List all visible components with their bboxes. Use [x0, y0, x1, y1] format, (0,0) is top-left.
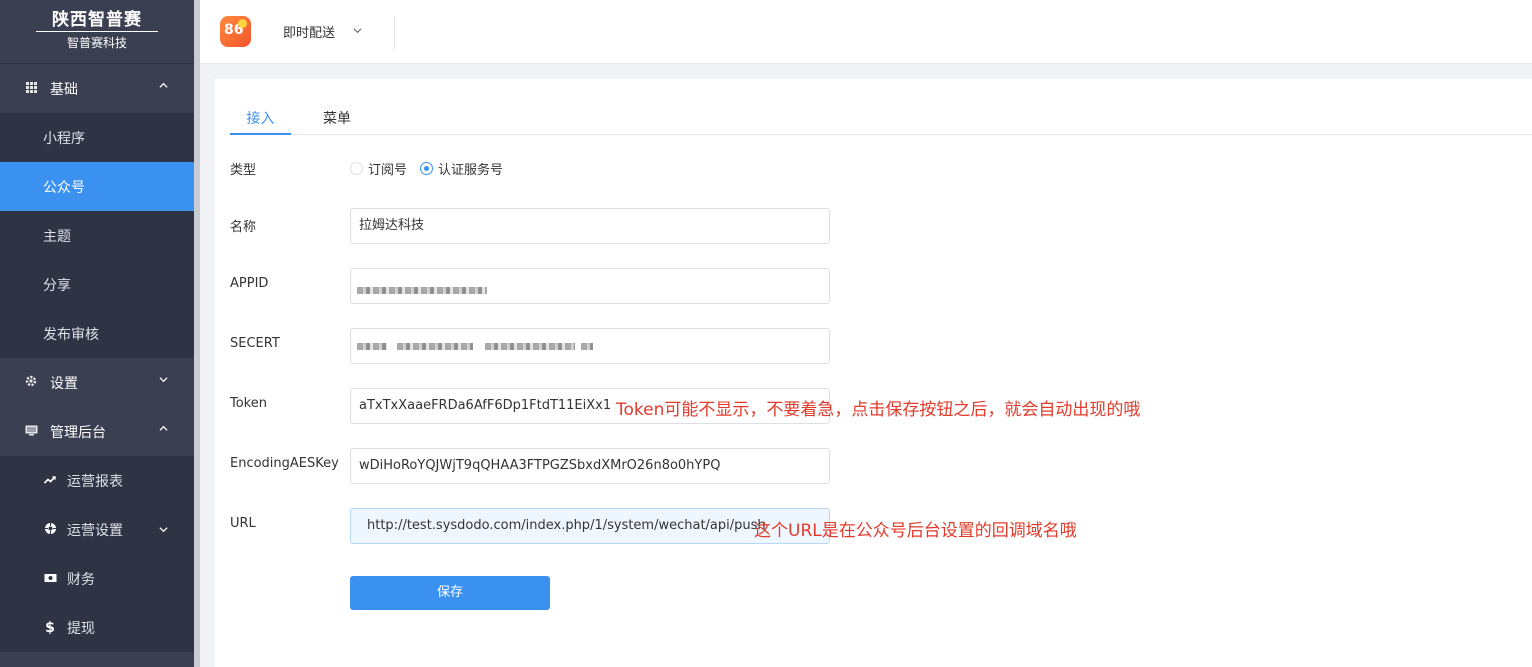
logo-dot [238, 19, 247, 28]
chevron-down-icon[interactable] [353, 26, 362, 35]
sidebar-item-theme[interactable]: 主题 [0, 211, 194, 260]
token-label: Token [230, 396, 267, 411]
url-label: URL [230, 516, 256, 531]
token-hint-note: Token可能不显示，不要着急，点击保存按钮之后，就会自动出现的哦 [616, 400, 1141, 420]
sidebar-item-withdraw[interactable]: $ 提现 [0, 603, 194, 652]
cog-wheel-icon [43, 522, 57, 538]
sidebar-item-publish-review[interactable]: 发布审核 [0, 309, 194, 358]
topbar: 86 即时配送 [200, 0, 1532, 64]
nav-group-label: 基础 [50, 81, 78, 98]
chevron-down-icon [159, 377, 168, 383]
tab-bar: 接入 菜单 [230, 101, 1532, 135]
trend-icon [43, 474, 57, 488]
sidebar-item-miniprogram[interactable]: 小程序 [0, 113, 194, 162]
app-switcher-label[interactable]: 即时配送 [283, 22, 335, 41]
brand-title: 陕西智普赛 [36, 10, 158, 32]
secret-label: SECERT [230, 336, 280, 351]
aeskey-label: EncodingAESKey [230, 456, 339, 471]
app-logo[interactable]: 86 [220, 16, 251, 47]
appid-label: APPID [230, 276, 269, 291]
dollar-icon: $ [45, 619, 55, 636]
chevron-up-icon [159, 425, 168, 431]
save-button[interactable]: 保存 [350, 576, 550, 610]
appid-input[interactable] [350, 268, 830, 304]
type-radio-group: 订阅号 认证服务号 [350, 159, 516, 178]
secret-input[interactable] [350, 328, 830, 364]
radio-label: 订阅号 [368, 163, 408, 178]
aeskey-input[interactable]: wDiHoRoYQJWjT9qQHAA3FTPGZSbxdXMrO26n8o0h… [350, 448, 830, 484]
sidebar-item-share[interactable]: 分享 [0, 260, 194, 309]
blurred-value [397, 343, 473, 350]
name-input[interactable]: 拉姆达科技 [350, 208, 830, 244]
chevron-up-icon [159, 82, 168, 88]
divider [394, 16, 395, 50]
blurred-value [485, 343, 575, 350]
name-label: 名称 [230, 220, 257, 235]
money-icon [43, 572, 57, 586]
blurred-value [581, 343, 593, 350]
grid-icon [24, 81, 38, 96]
sidebar-item-label: 运营报表 [67, 473, 123, 490]
main-card: 接入 菜单 类型 订阅号 认证服务号 名称 拉姆达科技 APPID SECERT… [215, 79, 1532, 667]
radio-circle [420, 162, 434, 175]
blurred-value [357, 287, 487, 294]
sidebar-item-official-account[interactable]: 公众号 [0, 162, 194, 211]
sidebar-item-label: 财务 [67, 571, 95, 588]
brand-subtitle: 智普赛科技 [66, 36, 127, 50]
chevron-down-icon [159, 527, 168, 533]
nav-group-label: 设置 [50, 375, 78, 392]
tab-menu[interactable]: 菜单 [322, 108, 352, 135]
radio-circle [350, 162, 363, 175]
brand: 陕西智普赛 智普赛科技 [0, 0, 194, 64]
sidebar-scroll-edge [194, 0, 200, 667]
radio-subscription[interactable]: 订阅号 [350, 159, 407, 178]
nav-group-admin[interactable]: 管理后台 [0, 407, 194, 456]
radio-label: 认证服务号 [438, 163, 504, 178]
sidebar-item-ops-report[interactable]: 运营报表 [0, 456, 194, 505]
nav-group-label: 管理后台 [50, 424, 106, 441]
nav-group-basic[interactable]: 基础 [0, 64, 194, 113]
tab-access[interactable]: 接入 [230, 108, 291, 135]
sidebar: 陕西智普赛 智普赛科技 基础 小程序 公众号 主题 分享 发布审核 设置 管理后… [0, 0, 194, 667]
monitor-icon [24, 425, 38, 439]
sidebar-item-label: 提现 [67, 620, 95, 637]
sidebar-item-finance[interactable]: 财务 [0, 554, 194, 603]
blurred-value [357, 343, 387, 350]
url-hint-note: 这个URL是在公众号后台设置的回调域名哦 [754, 521, 1077, 541]
radio-service-account[interactable]: 认证服务号 [420, 159, 503, 178]
sidebar-item-ops-settings[interactable]: 运营设置 [0, 505, 194, 554]
gear-icon [24, 375, 38, 390]
sidebar-item-label: 运营设置 [67, 522, 123, 539]
type-label: 类型 [230, 163, 257, 178]
nav-group-settings[interactable]: 设置 [0, 358, 194, 407]
